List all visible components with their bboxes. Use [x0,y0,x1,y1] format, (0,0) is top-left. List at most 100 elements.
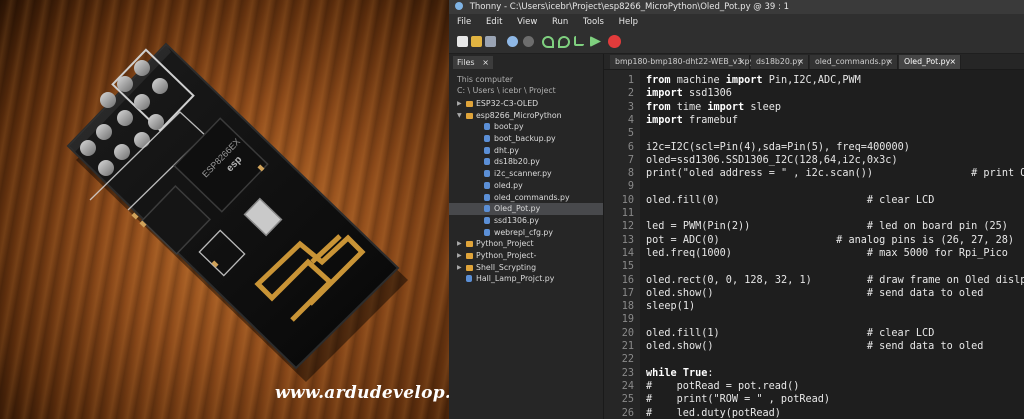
code-line[interactable]: oled.fill(0) # clear LCD [646,194,1024,207]
run-icon[interactable] [507,36,518,47]
files-tab[interactable]: Files × [453,56,493,69]
tree-folder[interactable]: ▶ Python_Project- [449,250,603,262]
code-line[interactable] [646,180,1024,193]
save-icon[interactable] [485,36,496,47]
line-number: 24 [621,380,634,392]
code-line[interactable]: oled.show() # send data to oled [646,340,1024,353]
code-line[interactable]: i2c=I2C(scl=Pin(4),sda=Pin(5), freq=4000… [646,141,1024,154]
tab-oled-commands[interactable]: oled_commands.py × [810,55,898,69]
python-file-icon [484,181,490,189]
folder-icon [466,264,473,271]
close-icon[interactable]: × [886,55,893,69]
files-panel: Files × This computer C: \ Users \ icebr… [449,54,604,419]
tree-file[interactable]: ssd1306.py [449,215,603,227]
resume-icon[interactable] [590,36,601,47]
menu-edit[interactable]: Edit [486,17,502,27]
expand-chevron-icon[interactable]: ▶ [457,250,462,262]
code-line[interactable]: oled=ssd1306.SSD1306_I2C(128,64,i2c,0x3c… [646,154,1024,167]
tree-item-label: boot.py [494,122,524,132]
code-line[interactable]: from time import sleep [646,101,1024,114]
code-line[interactable]: print("oled address = " , i2c.scan()) # … [646,167,1024,180]
close-icon[interactable]: × [949,55,956,69]
code-line[interactable]: # print("ROW = " , potRead) [646,393,1024,406]
close-icon[interactable]: × [482,56,489,69]
code-line[interactable] [646,207,1024,220]
tree-file[interactable]: ds18b20.py [449,156,603,168]
tree-file[interactable]: dht.py [449,145,603,157]
tab-bmp180[interactable]: bmp180-bmp180-dht22-WEB_v3.py × [610,55,754,69]
expand-chevron-icon[interactable]: ▶ [457,98,462,110]
tree-file[interactable]: boot.py [449,121,603,133]
tree-item-label: i2c_scanner.py [494,169,552,179]
code-editor[interactable]: 1 2 3 4 5 6 7 8 9 10 11 12 13 14 15 16 17 18 19 20 21 22 23 24 2… [604,70,1024,419]
tree-file[interactable]: oled_commands.py [449,192,603,204]
code-line[interactable]: sleep(1) [646,300,1024,313]
code-line[interactable]: # potRead = pot.read() [646,380,1024,393]
code-line[interactable]: # led.duty(potRead) [646,407,1024,419]
line-number-gutter: 1 2 3 4 5 6 7 8 9 10 11 12 13 14 15 16 17 18 19 20 21 22 23 24 2… [604,70,640,419]
menu-run[interactable]: Run [552,17,568,27]
tree-folder[interactable]: ▶ Shell_Scrypting [449,262,603,274]
code-line[interactable]: oled.rect(0, 0, 128, 32, 1) # draw frame… [646,274,1024,287]
code-line[interactable]: from machine import Pin,I2C,ADC,PWM [646,74,1024,87]
code-line[interactable]: pot = ADC(0) # analog pins is (26, 27, 2… [646,234,1024,247]
location-title: This computer [457,75,514,84]
line-number: 5 [627,128,634,140]
close-icon[interactable]: × [797,55,804,69]
thonny-app-icon [455,2,463,10]
line-number: 18 [621,301,634,313]
code-line[interactable] [646,353,1024,366]
line-number: 7 [627,154,634,166]
step-over-icon[interactable] [542,36,554,48]
step-out-icon[interactable] [574,36,584,46]
code-line[interactable]: import framebuf [646,114,1024,127]
expand-chevron-icon[interactable]: ▶ [457,262,462,274]
code-line[interactable]: led.freq(1000) # max 5000 for Rpi_Pico [646,247,1024,260]
tree-file[interactable]: webrepl_cfg.py [449,227,603,239]
debug-icon[interactable] [523,36,534,47]
line-number: 6 [627,141,634,153]
step-into-icon[interactable] [558,36,570,48]
tree-file[interactable]: boot_backup.py [449,133,603,145]
python-file-icon [484,135,490,143]
tree-file[interactable]: oled.py [449,180,603,192]
python-file-icon [484,146,490,154]
code-line[interactable]: import ssd1306 [646,87,1024,100]
tree-folder[interactable]: ▶ Python_Project [449,238,603,250]
code-line[interactable] [646,127,1024,140]
tab-ds18b20[interactable]: ds18b20.py × [751,55,809,69]
tree-folder[interactable]: ▼ esp8266_MicroPython [449,110,603,122]
close-icon[interactable]: × [738,55,745,69]
window-title: Thonny - C:\Users\icebr\Project\esp8266_… [469,2,789,12]
tree-file[interactable]: Hall_Lamp_Projct.py [449,273,603,285]
code-line[interactable] [646,313,1024,326]
tree-folder[interactable]: ▶ ESP32-C3-OLED [449,98,603,110]
expand-chevron-icon[interactable]: ▶ [457,238,462,250]
collapse-chevron-icon[interactable]: ▼ [457,110,462,122]
line-number: 13 [621,234,634,246]
location-path[interactable]: C: \ Users \ icebr \ Project [457,85,556,96]
tree-item-label: ssd1306.py [494,215,539,225]
new-file-icon[interactable] [457,36,468,47]
module-photo: ESP8266EX esp www.ardudevelop.eu [0,0,449,419]
tree-item-label: oled_commands.py [494,192,570,202]
tree-item-label: ds18b20.py [494,157,540,167]
code-line[interactable] [646,260,1024,273]
line-number: 15 [621,261,634,273]
menu-help[interactable]: Help [619,17,638,27]
tree-file[interactable]: Oled_Pot.py [449,203,603,215]
code-line[interactable]: oled.show() # send data to oled [646,287,1024,300]
code-line[interactable]: while True: [646,367,1024,380]
line-number: 21 [621,341,634,352]
open-folder-icon[interactable] [471,36,482,47]
code-line[interactable]: oled.fill(1) # clear LCD [646,327,1024,340]
tree-item-label: Shell_Scrypting [476,262,537,272]
tab-oled-pot[interactable]: Oled_Pot.py × [899,55,961,69]
code-line[interactable]: led = PWM(Pin(2)) # led on board pin (25… [646,220,1024,233]
tree-file[interactable]: i2c_scanner.py [449,168,603,180]
menu-file[interactable]: File [457,17,471,27]
stop-icon[interactable] [608,35,621,48]
thonny-window: Thonny - C:\Users\icebr\Project\esp8266_… [449,0,1024,419]
menu-tools[interactable]: Tools [583,17,604,27]
menu-view[interactable]: View [517,17,537,27]
